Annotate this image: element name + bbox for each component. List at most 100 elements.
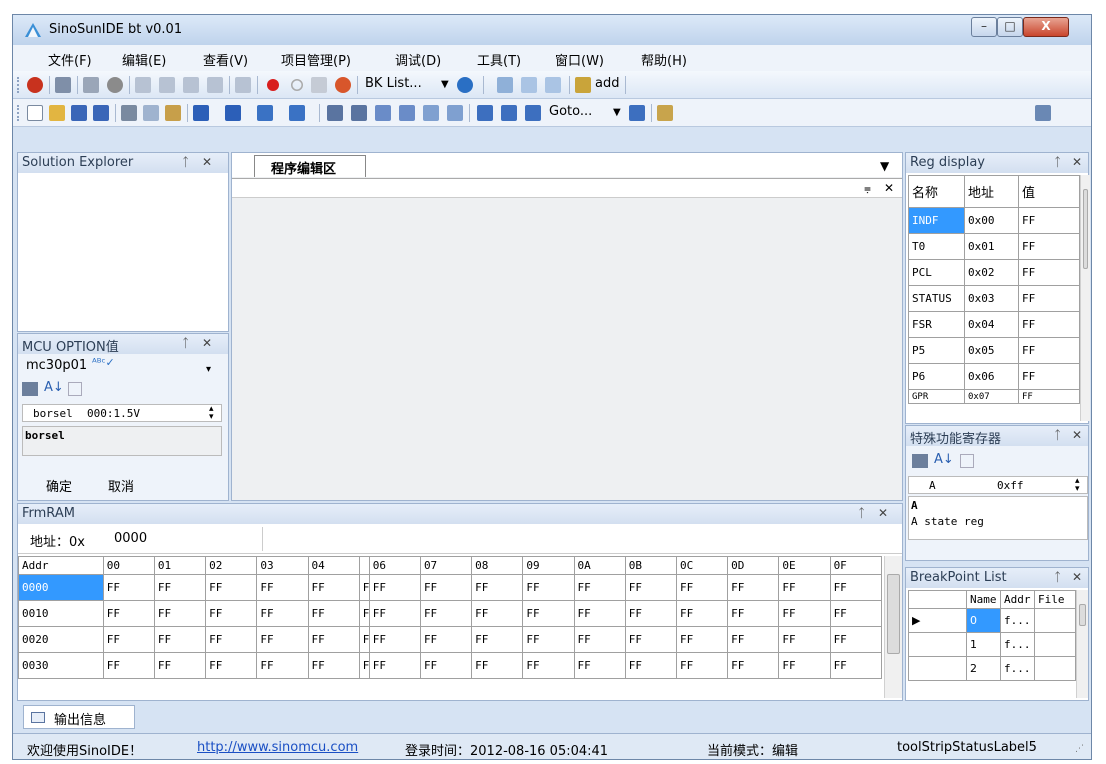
help-icon[interactable]: [457, 77, 473, 93]
table-row[interactable]: 1 f...: [908, 632, 1076, 657]
ram-cell[interactable]: FF: [368, 600, 421, 627]
close-icon[interactable]: ✕: [878, 506, 888, 520]
col-header[interactable]: 06: [368, 556, 421, 575]
reset-icon[interactable]: [55, 77, 71, 93]
pin-icon[interactable]: ᛏ: [1054, 570, 1061, 584]
menu-file[interactable]: 文件(F): [48, 50, 92, 69]
save-all-icon[interactable]: [93, 105, 109, 121]
col-header[interactable]: 0A: [573, 556, 626, 575]
ram-cell[interactable]: FF: [368, 574, 421, 601]
save-icon[interactable]: [71, 105, 87, 121]
table-row[interactable]: INDF 0x00 FF: [908, 207, 1080, 234]
bookmark-prev-icon[interactable]: [501, 105, 517, 121]
calendar-add-icon[interactable]: [545, 77, 561, 93]
copy-icon[interactable]: [143, 105, 159, 121]
ram-cell[interactable]: FF: [522, 652, 575, 679]
ram-cell[interactable]: FF: [778, 652, 831, 679]
resize-grip-icon[interactable]: ⋰: [1075, 744, 1084, 754]
ram-cell[interactable]: FF: [368, 652, 421, 679]
col-header[interactable]: [358, 556, 370, 575]
ram-cell[interactable]: FF: [624, 626, 677, 653]
table-row[interactable]: GPR 0x07 FF: [908, 389, 1080, 404]
properties-icon[interactable]: [657, 105, 673, 121]
run-icon[interactable]: [235, 77, 251, 93]
menu-window[interactable]: 窗口(W): [555, 50, 604, 69]
property-value[interactable]: 0xff: [997, 479, 1024, 492]
uncomment-icon[interactable]: [399, 105, 415, 121]
col-header[interactable]: 值: [1018, 175, 1080, 208]
col-header[interactable]: 03: [256, 556, 309, 575]
ram-cell[interactable]: FF: [153, 574, 207, 601]
step-over-icon[interactable]: [159, 77, 175, 93]
ok-button[interactable]: 确定: [46, 476, 72, 495]
ram-cell[interactable]: FF: [419, 600, 473, 627]
ram-cell[interactable]: FF: [778, 600, 831, 627]
ram-cell[interactable]: FF: [205, 652, 258, 679]
ram-cell[interactable]: FF: [727, 600, 780, 627]
pin-icon[interactable]: ᛏ: [182, 336, 189, 350]
menu-icon[interactable]: ⩦: [864, 181, 871, 196]
ram-cell[interactable]: FF: [624, 600, 677, 627]
ram-cell[interactable]: FF: [419, 652, 473, 679]
close-icon[interactable]: ✕: [202, 155, 212, 169]
clear-all-breakpoints-icon[interactable]: [335, 77, 351, 93]
property-pages-icon[interactable]: [960, 454, 974, 468]
ram-cell[interactable]: FF: [153, 652, 207, 679]
scrollbar[interactable]: [884, 556, 902, 698]
tab-list-icon[interactable]: ▼: [880, 159, 889, 173]
chevron-down-icon[interactable]: ▼: [613, 107, 621, 118]
breakpoint-icon[interactable]: [267, 79, 279, 91]
ram-cell[interactable]: FF: [368, 626, 421, 653]
overflow-icon[interactable]: ▾: [206, 364, 211, 375]
ram-cell[interactable]: FF: [829, 626, 883, 653]
ram-cell[interactable]: FF: [307, 652, 360, 679]
scrollbar[interactable]: [1080, 175, 1090, 421]
tab-program-editor[interactable]: 程序编辑区: [254, 155, 366, 177]
col-header[interactable]: 0F: [829, 556, 883, 575]
row-address[interactable]: 0010: [18, 600, 104, 627]
editor-area[interactable]: 程序编辑区 ▼ ⩦ ✕: [231, 152, 903, 501]
ram-cell[interactable]: F.: [358, 600, 370, 627]
col-header[interactable]: 名称: [908, 175, 965, 208]
row-address[interactable]: 0030: [18, 652, 104, 679]
indent-icon[interactable]: [327, 105, 343, 121]
magic-wand-icon[interactable]: [575, 77, 591, 93]
col-header[interactable]: 0E: [778, 556, 831, 575]
ram-cell[interactable]: FF: [624, 652, 677, 679]
col-header[interactable]: [908, 590, 967, 609]
ram-cell[interactable]: FF: [675, 652, 729, 679]
ram-cell[interactable]: FF: [256, 626, 309, 653]
ram-cell[interactable]: FF: [829, 574, 883, 601]
open-folder-icon[interactable]: [49, 105, 65, 121]
ram-cell[interactable]: FF: [153, 600, 207, 627]
ram-cell[interactable]: FF: [153, 626, 207, 653]
ram-cell[interactable]: FF: [675, 574, 729, 601]
categorized-icon[interactable]: [22, 382, 38, 396]
ram-cell[interactable]: FF: [522, 600, 575, 627]
bookmark-clear-all-icon[interactable]: [629, 105, 645, 121]
ram-cell[interactable]: FF: [675, 626, 729, 653]
close-icon[interactable]: ✕: [1072, 570, 1082, 584]
table-row[interactable]: 0020FFFFFFFFFFF.FFFFFFFFFFFFFFFFFFFF: [18, 626, 883, 653]
ram-cell[interactable]: FF: [307, 574, 360, 601]
ram-cell[interactable]: FF: [624, 574, 677, 601]
new-file-icon[interactable]: [27, 105, 43, 121]
comment-icon[interactable]: [375, 105, 391, 121]
sort-alpha-icon[interactable]: A↓: [934, 452, 954, 467]
table-row[interactable]: FSR 0x04 FF: [908, 311, 1080, 338]
ram-cell[interactable]: FF: [205, 574, 258, 601]
close-icon[interactable]: ✕: [1072, 155, 1082, 169]
col-header[interactable]: Addr: [18, 556, 104, 575]
layout-icon[interactable]: [1035, 105, 1051, 121]
bookmark-next-icon[interactable]: [525, 105, 541, 121]
bk-list-button[interactable]: BK List...: [365, 76, 422, 91]
ram-cell[interactable]: FF: [522, 626, 575, 653]
col-header[interactable]: Name: [966, 590, 1001, 609]
ram-cell[interactable]: FF: [419, 626, 473, 653]
spellcheck-icon[interactable]: ᴬᴮᶜ✓: [92, 356, 115, 369]
navigate-back-icon[interactable]: [257, 105, 273, 121]
row-address[interactable]: 0000: [18, 574, 104, 601]
ram-cell[interactable]: FF: [256, 652, 309, 679]
pin-icon[interactable]: ᛏ: [182, 155, 189, 169]
ram-cell[interactable]: FF: [573, 574, 626, 601]
